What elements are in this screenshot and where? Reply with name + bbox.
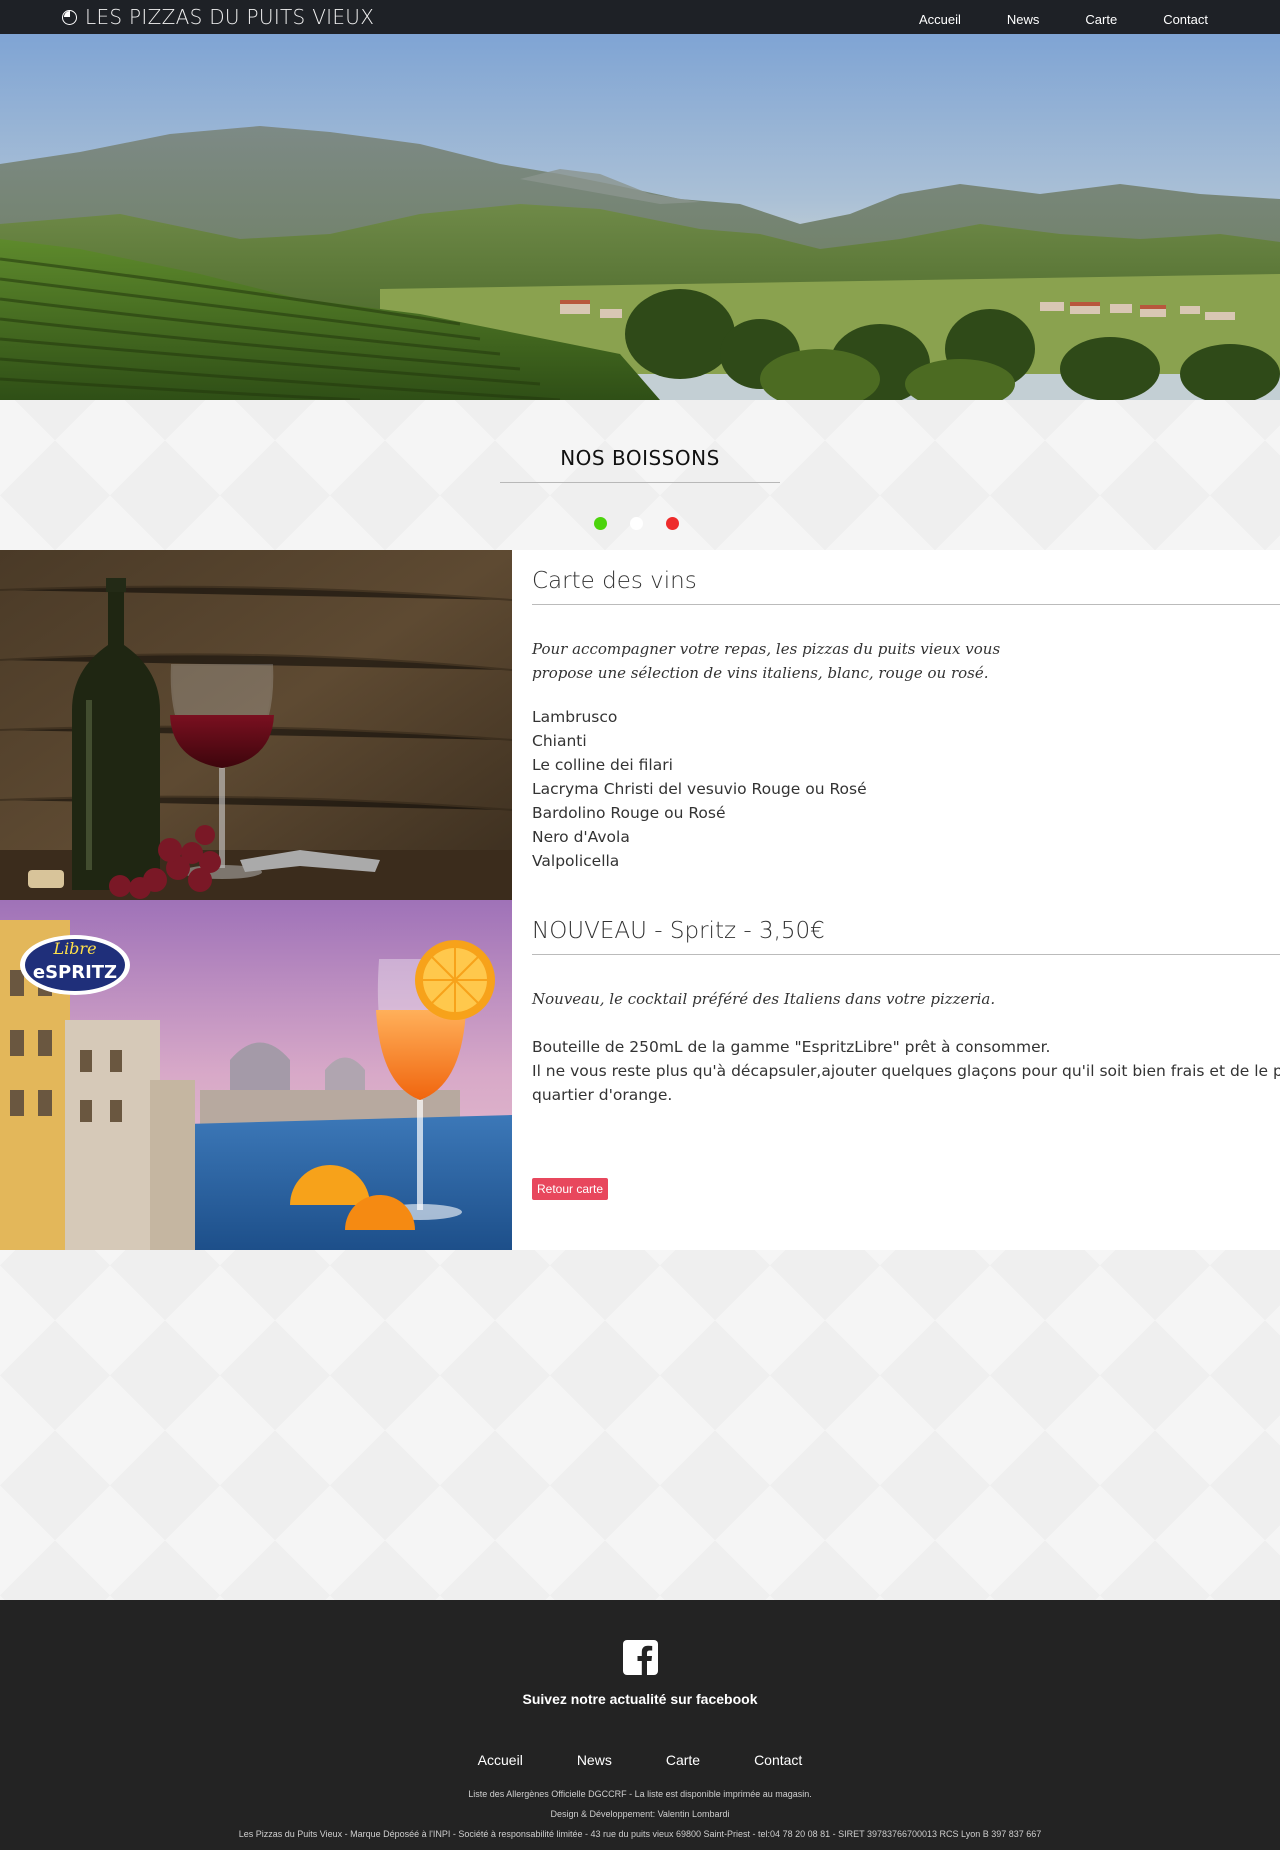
list-item: Lacryma Christi del vesuvio Rouge ou Ros… [532, 780, 867, 798]
footer-link-carte[interactable]: Carte [666, 1752, 700, 1768]
footer-nav: Accueil News Carte Contact [0, 1752, 1280, 1768]
drinks-content: Libre eSPRITZ Carte des vins Pour accomp… [0, 550, 1280, 1250]
nav-link-carte[interactable]: Carte [1085, 0, 1117, 34]
hero-vineyard-image [0, 34, 1280, 400]
spritz-description-line: Bouteille de 250mL de la gamme "EspritzL… [532, 1038, 1051, 1056]
legal-notice: Les Pizzas du Puits Vieux - Marque Dépos… [238, 1829, 1042, 1839]
wine-section: Carte des vins Pour accompagner votre re… [532, 568, 1280, 873]
svg-text:Libre: Libre [52, 939, 96, 958]
spritz-title: NOUVEAU - Spritz - 3,50€ [532, 918, 1280, 955]
nav-link-accueil[interactable]: Accueil [919, 0, 961, 34]
wine-list: Lambrusco Chianti Le colline dei filari … [532, 705, 1280, 873]
back-to-menu-button[interactable]: Retour carte [532, 1178, 609, 1200]
spritz-section: NOUVEAU - Spritz - 3,50€ Nouveau, le coc… [532, 918, 1280, 1107]
facebook-icon[interactable] [623, 1640, 658, 1675]
title-divider [500, 482, 780, 483]
brand-name: LES PIZZAS DU PUITS VIEUX [85, 5, 375, 29]
nav-link-contact[interactable]: Contact [1163, 0, 1208, 34]
design-credit: Design & Développement: Valentin Lombard… [550, 1809, 730, 1819]
italian-flag-dots [594, 517, 702, 530]
spritz-description-line: quartier d'orange. [532, 1086, 673, 1104]
top-navbar: LES PIZZAS DU PUITS VIEUX Accueil News C… [0, 0, 1280, 34]
espritz-logo-icon: Libre eSPRITZ [20, 935, 130, 995]
list-item: Valpolicella [532, 852, 620, 870]
footer-link-news[interactable]: News [577, 1752, 612, 1768]
spritz-description: Bouteille de 250mL de la gamme "EspritzL… [532, 1035, 1280, 1107]
list-item: Bardolino Rouge ou Rosé [532, 804, 726, 822]
spritz-intro: Nouveau, le cocktail préféré des Italien… [532, 990, 996, 1008]
allergens-notice[interactable]: Liste des Allergènes Officielle DGCCRF -… [0, 1789, 1280, 1799]
footer-link-contact[interactable]: Contact [754, 1752, 802, 1768]
spritz-image: Libre eSPRITZ [0, 900, 512, 1250]
carousel-dot-green[interactable] [594, 517, 607, 530]
logo-icon [62, 9, 77, 25]
carousel-dot-white[interactable] [630, 517, 643, 530]
list-item: Nero d'Avola [532, 828, 630, 846]
section-title: NOS BOISSONS [560, 446, 720, 470]
list-item: Le colline dei filari [532, 756, 673, 774]
list-item: Lambrusco [532, 708, 618, 726]
nav-link-news[interactable]: News [1007, 0, 1040, 34]
footer-link-accueil[interactable]: Accueil [478, 1752, 523, 1768]
svg-text:eSPRITZ: eSPRITZ [33, 962, 117, 983]
nav-links: Accueil News Carte Contact [873, 0, 1208, 34]
carousel-dot-red[interactable] [666, 517, 679, 530]
wine-intro: Pour accompagner votre repas, les pizzas… [532, 640, 1001, 682]
wine-image [0, 550, 512, 900]
brand[interactable]: LES PIZZAS DU PUITS VIEUX [62, 5, 374, 29]
footer: Suivez notre actualité sur facebook Accu… [0, 1600, 1280, 1850]
spritz-description-line: Il ne vous reste plus qu'à décapsuler,aj… [532, 1062, 1280, 1080]
facebook-label[interactable]: Suivez notre actualité sur facebook [0, 1691, 1280, 1707]
list-item: Chianti [532, 732, 587, 750]
wine-title: Carte des vins [532, 568, 1280, 605]
